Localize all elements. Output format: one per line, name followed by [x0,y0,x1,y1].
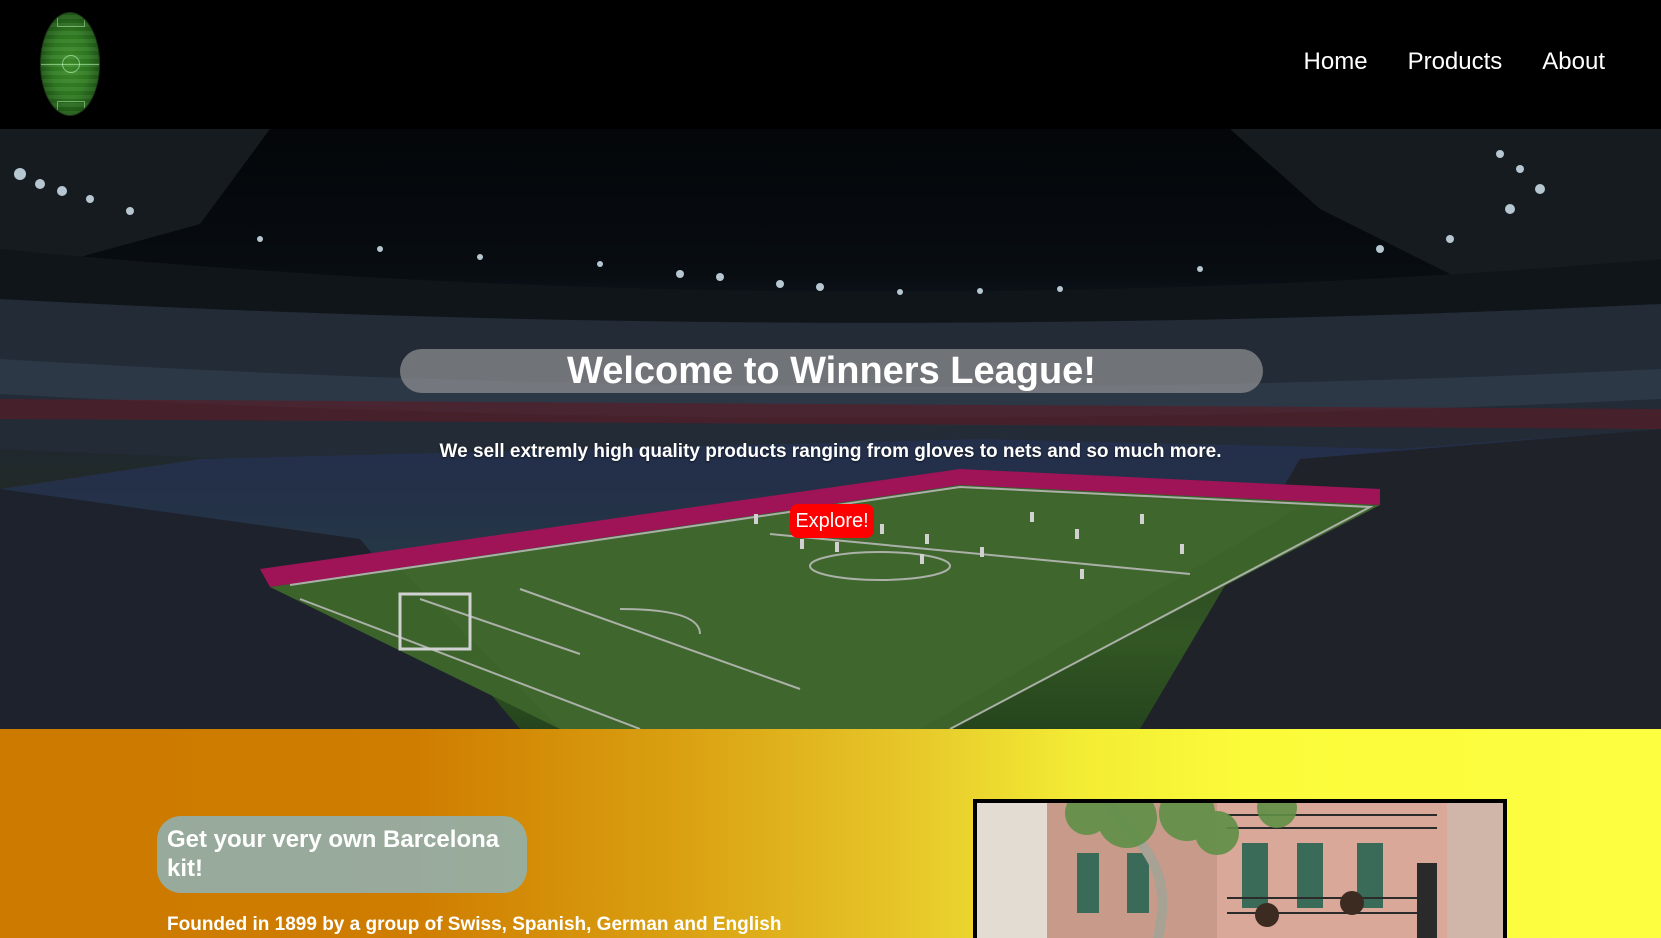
site-header: Home Products About [0,0,1661,129]
kit-description: Founded in 1899 by a group of Swiss, Spa… [167,914,782,935]
football-pitch-logo-icon[interactable] [40,12,100,116]
hero-subtitle: We sell extremly high quality products r… [439,441,1222,462]
nav-about-link[interactable]: About [1542,48,1605,76]
kit-heading: Get your very own Barcelona kit! [157,816,527,893]
hero-title: Welcome to Winners League! [400,349,1263,393]
nav-home-link[interactable]: Home [1304,48,1368,76]
explore-button[interactable]: Explore! [790,504,874,538]
street-photo-graphic [977,803,1503,938]
barcelona-street-image [973,799,1507,938]
main-nav: Home Products About [1304,48,1605,76]
stadium-background-image [0,129,1661,729]
hero-banner: Welcome to Winners League! We sell extre… [0,129,1661,729]
nav-products-link[interactable]: Products [1408,48,1503,76]
